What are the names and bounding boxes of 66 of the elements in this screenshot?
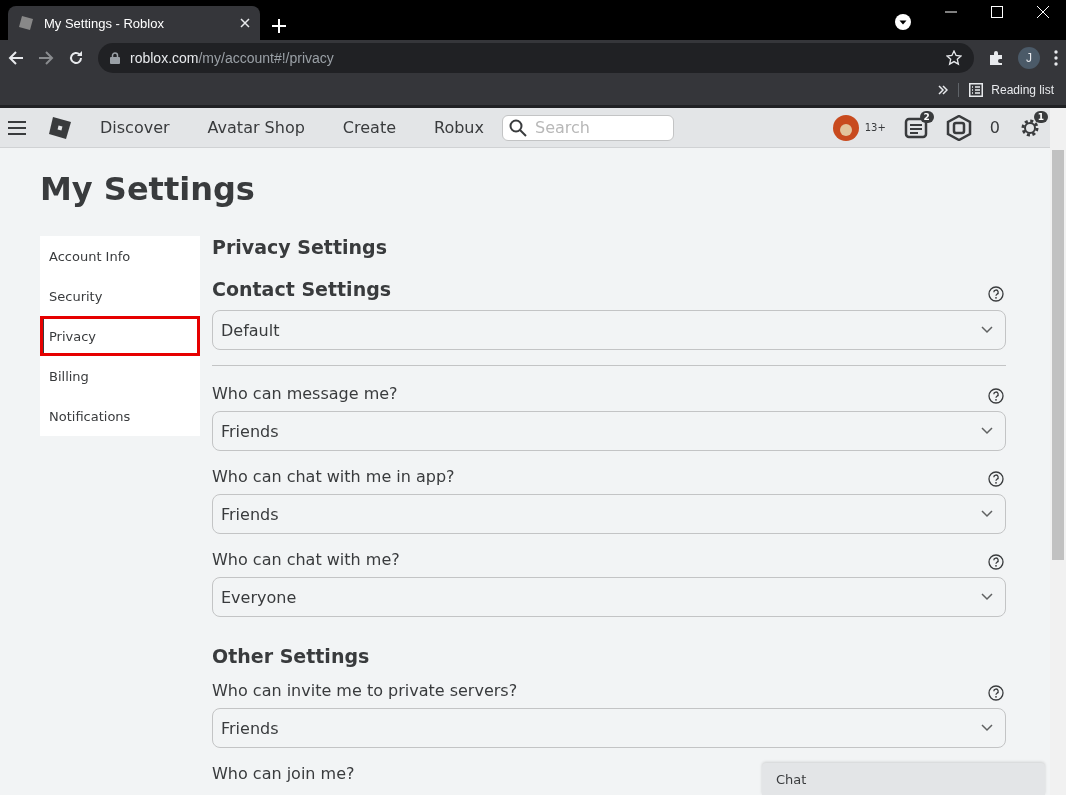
menu-icon[interactable] (8, 120, 26, 135)
dropdown-select[interactable]: Friends (212, 708, 1006, 748)
dropdown-select[interactable]: Default (212, 310, 1006, 350)
profile-avatar[interactable]: J (1018, 46, 1040, 69)
setting-label: Who can message me? (212, 384, 398, 403)
help-icon[interactable] (988, 684, 1004, 701)
double-chevron-icon[interactable] (938, 85, 949, 95)
notification-badge: 2 (919, 110, 934, 123)
robux-count: 0 (989, 118, 1000, 137)
dropdown-select[interactable]: Everyone (212, 577, 1006, 617)
setting-label: Who can join me? (212, 764, 355, 783)
address-bar[interactable]: roblox.com/my/account#!/privacy (98, 42, 974, 73)
messages-icon[interactable] (903, 115, 928, 140)
more-options-icon[interactable] (1054, 49, 1058, 66)
age-label: 13+ (864, 122, 886, 133)
chevron-down-icon (981, 326, 993, 334)
url-text: roblox.com/my/account#!/privacy (130, 49, 334, 66)
chat-bar[interactable]: Chat (762, 763, 1045, 795)
sidebar-item[interactable]: Notifications (40, 396, 200, 436)
puzzle-piece-icon[interactable] (988, 49, 1004, 66)
setting-label: Who can chat with me in app? (212, 467, 455, 486)
chevron-down-icon (981, 593, 993, 601)
reading-list-link[interactable]: Reading list (991, 83, 1054, 97)
section-heading: Contact Settings (212, 278, 392, 300)
star-icon[interactable] (946, 49, 962, 66)
forward-arrow-icon[interactable] (38, 49, 54, 66)
nav-link[interactable]: Create (342, 118, 396, 137)
roblox-logo-icon[interactable] (48, 115, 72, 140)
search-box[interactable]: Search (501, 114, 674, 141)
section-heading: Other Settings (212, 645, 370, 667)
back-arrow-icon[interactable] (8, 49, 24, 66)
chevron-down-icon (981, 724, 993, 732)
sidebar-item[interactable]: Billing (40, 356, 200, 396)
section-title: Privacy Settings (212, 236, 388, 258)
avatar-icon[interactable] (832, 114, 859, 141)
reload-icon[interactable] (68, 49, 84, 66)
setting-label: Who can chat with me? (212, 550, 400, 569)
help-icon[interactable] (988, 553, 1004, 570)
nav-link[interactable]: Robux (434, 118, 484, 137)
roblox-logo-icon (18, 15, 34, 31)
plus-icon[interactable] (272, 19, 286, 33)
chevron-down-icon (981, 510, 993, 518)
sidebar-item[interactable]: Security (40, 276, 200, 316)
page-title: My Settings (40, 170, 256, 208)
help-icon[interactable] (988, 387, 1004, 404)
scrollbar[interactable] (1050, 108, 1066, 795)
sidebar-item[interactable]: Account Info (40, 236, 200, 276)
sidebar-item[interactable]: Privacy (40, 316, 200, 356)
chevron-down-icon (981, 427, 993, 435)
dropdown-select[interactable]: Friends (212, 411, 1006, 451)
browser-tab[interactable]: My Settings - Roblox (8, 6, 260, 40)
search-field[interactable]: Search (534, 118, 667, 137)
maximize-icon[interactable] (991, 6, 1003, 18)
search-icon (508, 118, 527, 137)
list-icon[interactable] (969, 83, 984, 97)
help-icon[interactable] (988, 286, 1004, 302)
lock-icon (110, 51, 120, 64)
nav-link[interactable]: Avatar Shop (207, 118, 305, 137)
notification-badge: 1 (1033, 110, 1048, 123)
robux-icon[interactable] (945, 114, 972, 141)
help-icon[interactable] (988, 470, 1004, 487)
setting-label: Who can invite me to private servers? (212, 681, 518, 700)
nav-link[interactable]: Discover (100, 118, 170, 137)
profile-menu-icon[interactable] (895, 14, 911, 30)
close-icon[interactable] (240, 18, 250, 28)
dropdown-select[interactable]: Friends (212, 494, 1006, 534)
